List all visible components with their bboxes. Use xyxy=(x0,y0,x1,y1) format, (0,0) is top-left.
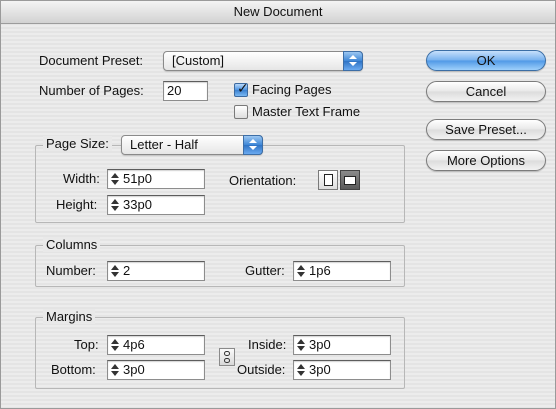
margins-title: Margins xyxy=(43,309,96,324)
number-of-pages-label: Number of Pages: xyxy=(39,83,144,98)
gutter-field[interactable]: 1p6 xyxy=(293,261,391,281)
facing-pages-label: Facing Pages xyxy=(252,82,332,97)
width-label: Width: xyxy=(63,171,100,186)
portrait-page-icon xyxy=(324,174,333,186)
document-preset-value: [Custom] xyxy=(172,53,225,68)
top-margin-label: Top: xyxy=(74,337,99,352)
stepper-arrows-icon[interactable] xyxy=(110,336,121,354)
master-text-frame-label: Master Text Frame xyxy=(252,104,361,119)
facing-pages-checkbox[interactable]: ✓ xyxy=(234,80,249,97)
page-size-select[interactable]: Letter - Half xyxy=(121,135,263,155)
ok-button[interactable]: OK xyxy=(426,50,546,71)
height-value: 33p0 xyxy=(123,197,152,212)
stepper-arrows-icon[interactable] xyxy=(296,361,307,379)
height-label: Height: xyxy=(56,197,98,212)
columns-title: Columns xyxy=(43,237,101,252)
chain-link-icon[interactable] xyxy=(219,348,235,366)
cancel-button[interactable]: Cancel xyxy=(426,81,546,102)
bottom-margin-field[interactable]: 3p0 xyxy=(107,360,205,380)
outside-margin-value: 3p0 xyxy=(309,362,331,377)
outside-margin-field[interactable]: 3p0 xyxy=(293,360,391,380)
save-preset-button[interactable]: Save Preset... xyxy=(426,119,546,140)
more-options-button[interactable]: More Options xyxy=(426,150,546,171)
chain-link-top-icon xyxy=(224,351,230,356)
columns-number-field[interactable]: 2 xyxy=(107,261,205,281)
stepper-arrows-icon[interactable] xyxy=(110,262,121,280)
number-of-pages-field[interactable]: 20 xyxy=(163,81,208,101)
columns-number-label: Number: xyxy=(46,263,96,278)
window-title: New Document xyxy=(1,1,555,24)
height-field[interactable]: 33p0 xyxy=(107,195,205,215)
popup-arrows-icon xyxy=(343,51,363,71)
new-document-dialog: New Document Document Preset: [Custom] N… xyxy=(0,0,556,409)
chain-link-bottom-icon xyxy=(224,358,230,363)
orientation-label: Orientation: xyxy=(229,173,297,188)
stepper-arrows-icon[interactable] xyxy=(110,196,121,214)
popup-arrows-icon xyxy=(243,135,263,155)
inside-margin-label: Inside: xyxy=(248,337,287,352)
stepper-arrows-icon[interactable] xyxy=(110,170,121,188)
stepper-arrows-icon[interactable] xyxy=(296,262,307,280)
number-of-pages-value: 20 xyxy=(167,83,182,98)
bottom-margin-label: Bottom: xyxy=(51,362,96,377)
document-preset-select[interactable]: [Custom] xyxy=(163,51,363,71)
stepper-arrows-icon[interactable] xyxy=(296,336,307,354)
inside-margin-field[interactable]: 3p0 xyxy=(293,335,391,355)
landscape-page-icon xyxy=(344,176,356,185)
width-value: 51p0 xyxy=(123,171,152,186)
gutter-label: Gutter: xyxy=(245,263,285,278)
landscape-orientation-button[interactable] xyxy=(340,170,360,190)
top-margin-value: 4p6 xyxy=(123,337,145,352)
document-preset-label: Document Preset: xyxy=(39,53,144,68)
page-size-value: Letter - Half xyxy=(130,137,198,152)
gutter-value: 1p6 xyxy=(309,263,331,278)
columns-number-value: 2 xyxy=(123,263,131,278)
bottom-margin-value: 3p0 xyxy=(123,362,145,377)
width-field[interactable]: 51p0 xyxy=(107,169,205,189)
top-margin-field[interactable]: 4p6 xyxy=(107,335,205,355)
page-size-label: Page Size: xyxy=(43,136,112,151)
outside-margin-label: Outside: xyxy=(237,362,286,377)
stepper-arrows-icon[interactable] xyxy=(110,361,121,379)
master-text-frame-checkbox[interactable] xyxy=(234,105,248,119)
checkmark-icon: ✓ xyxy=(237,80,249,96)
inside-margin-value: 3p0 xyxy=(309,337,331,352)
portrait-orientation-button[interactable] xyxy=(318,170,338,190)
